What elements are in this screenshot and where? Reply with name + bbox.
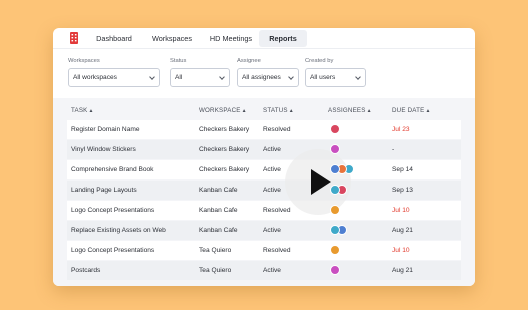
due-date: Aug 21 [392, 227, 413, 234]
chevron-down-icon [355, 74, 361, 80]
workspaces-filter-value: All workspaces [73, 74, 117, 81]
tab-dashboard[interactable]: Dashboard [89, 30, 139, 47]
workspace-name: Kanban Cafe [199, 186, 238, 194]
chevron-down-icon [149, 74, 155, 80]
assignee-avatar[interactable] [330, 144, 340, 155]
workspaces-filter-label: Workspaces [68, 58, 100, 64]
status-filter-value: All [175, 74, 183, 81]
created-by-filter-value: All users [310, 74, 336, 81]
task-name: Vinyl Window Stickers [71, 146, 136, 154]
column-header-task[interactable]: TASK▲︎ [71, 107, 94, 114]
chevron-down-icon [219, 74, 225, 80]
video-play-button[interactable] [285, 149, 351, 215]
due-date: Jul 10 [392, 247, 410, 255]
top-nav: Dashboard Workspaces HD Meetings Reports [53, 28, 475, 49]
due-date: Aug 21 [392, 267, 413, 275]
workspace-name: Checkers Bakery [199, 146, 250, 154]
table-row[interactable]: Vinyl Window Stickers Checkers Bakery Acti… [67, 140, 461, 160]
task-name: Replace Existing Assets on Web [71, 227, 166, 234]
chevron-down-icon [288, 74, 294, 80]
status-filter-select[interactable]: All [170, 68, 230, 87]
created-by-filter-select[interactable]: All users [305, 68, 366, 87]
task-name: Logo Concept Presentations [71, 247, 155, 255]
assignee-avatar[interactable] [330, 265, 340, 276]
due-date: Sep 13 [392, 186, 413, 194]
task-name: Comprehensive Brand Book [71, 166, 154, 174]
assignee-avatar[interactable] [330, 184, 340, 195]
building-icon[interactable] [67, 31, 81, 45]
created-by-filter-label: Created by [305, 58, 334, 64]
table-row[interactable]: Replace Existing Assets on Web Kanban Caf… [67, 221, 461, 240]
sort-icon: ▲︎ [425, 108, 431, 114]
table-row[interactable]: Landing Page Layouts Kanban Cafe Active Sep… [67, 180, 461, 200]
status-text: Active [263, 166, 281, 174]
task-name: Register Domain Name [71, 126, 140, 133]
column-header-status[interactable]: STATUS▲︎ [263, 107, 294, 114]
workspace-name: Tea Quiero [199, 247, 232, 255]
workspace-name: Kanban Cafe [199, 206, 238, 214]
due-date: Jul 10 [392, 206, 410, 214]
task-name: Landing Page Layouts [71, 186, 137, 194]
tab-hd-meetings[interactable]: HD Meetings [203, 30, 259, 47]
task-name: Postcards [71, 267, 101, 275]
table-row[interactable]: Register Domain Name Checkers Bakery Resol… [67, 120, 461, 139]
workspace-name: Checkers Bakery [199, 166, 250, 174]
due-date: Jul 23 [392, 126, 410, 133]
status-text: Resolved [263, 247, 291, 255]
table-row[interactable]: Postcards Tea Quiero Active Aug 21 [67, 261, 461, 281]
status-filter-label: Status [170, 58, 187, 64]
filter-bar: Workspaces All workspaces Status All Ass… [53, 50, 475, 96]
app-window: Dashboard Workspaces HD Meetings Reports… [53, 28, 475, 286]
workspace-name: Tea Quiero [199, 267, 232, 275]
workspace-name: Checkers Bakery [199, 126, 250, 133]
assignee-avatar[interactable] [330, 245, 340, 256]
column-header-assignees[interactable]: ASSIGNEES▲︎ [328, 107, 372, 114]
assignee-filter-value: All assignees [242, 74, 281, 81]
column-header-due-date[interactable]: DUE DATE▲︎ [392, 107, 431, 114]
table-row[interactable]: Logo Concept Presentations Kanban Cafe Res… [67, 200, 461, 220]
status-text: Resolved [263, 206, 291, 214]
status-text: Active [263, 267, 281, 275]
assignee-filter-label: Assignee [237, 58, 261, 64]
assignee-avatar[interactable] [330, 124, 340, 134]
assignee-filter-select[interactable]: All assignees [237, 68, 299, 87]
due-date: Sep 14 [392, 166, 413, 174]
table-row[interactable]: Comprehensive Brand Book Checkers Bakery A… [67, 160, 461, 180]
tasks-table: TASK▲︎ WORKSPACE▲︎ STATUS▲︎ ASSIGNEES▲︎ … [53, 98, 475, 286]
sort-icon: ▲︎ [88, 108, 94, 114]
status-text: Resolved [263, 126, 291, 133]
status-text: Active [263, 186, 281, 194]
due-date: - [392, 146, 395, 154]
table-row[interactable]: Logo Concept Presentations Tea Quiero Reso… [67, 241, 461, 261]
workspaces-filter-select[interactable]: All workspaces [68, 68, 160, 87]
sort-icon: ▲︎ [366, 108, 372, 114]
tab-workspaces[interactable]: Workspaces [145, 30, 199, 47]
task-name: Logo Concept Presentations [71, 206, 155, 214]
table-header: TASK▲︎ WORKSPACE▲︎ STATUS▲︎ ASSIGNEES▲︎ … [67, 99, 461, 121]
play-icon [311, 169, 331, 195]
tab-reports[interactable]: Reports [259, 30, 307, 47]
workspace-name: Kanban Cafe [199, 227, 238, 234]
assignee-avatar[interactable] [330, 225, 340, 235]
status-text: Active [263, 146, 281, 154]
status-text: Active [263, 227, 281, 234]
sort-icon: ▲︎ [288, 108, 294, 114]
column-header-workspace[interactable]: WORKSPACE▲︎ [199, 107, 247, 114]
sort-icon: ▲︎ [241, 108, 247, 114]
assignee-avatar[interactable] [330, 204, 340, 215]
